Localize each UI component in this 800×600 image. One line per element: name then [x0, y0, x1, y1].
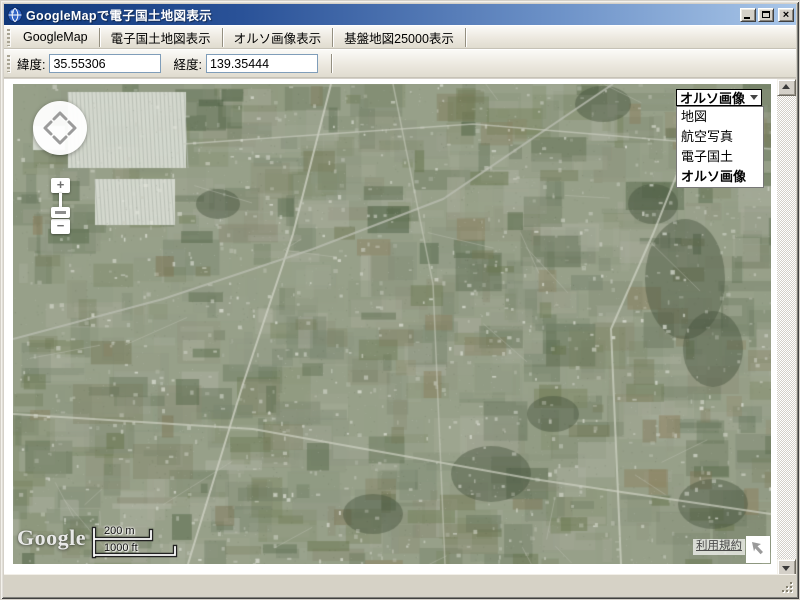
- pan-right-icon: [69, 122, 75, 134]
- vertical-scrollbar[interactable]: [777, 79, 796, 576]
- globe-app-icon: [7, 7, 23, 23]
- status-bar: [4, 574, 796, 596]
- map-type-option-map[interactable]: 地図: [677, 107, 763, 127]
- toolbar-button-ortho-image[interactable]: オルソ画像表示: [226, 26, 330, 49]
- toolbar-separator: [331, 54, 332, 73]
- zoom-control: + −: [51, 178, 70, 234]
- zoom-slider-track[interactable]: [59, 193, 62, 207]
- toolbar-separator: [332, 28, 333, 47]
- toolbar-separator: [222, 28, 223, 47]
- toolbar-button-googlemap[interactable]: GoogleMap: [15, 28, 96, 46]
- latitude-input[interactable]: [49, 54, 161, 73]
- latitude-label: 緯度:: [17, 54, 45, 73]
- map-type-dropdown: オルソ画像 地図 航空写真 電子国土 オルソ画像: [676, 89, 764, 188]
- northwest-arrow-button[interactable]: [746, 536, 770, 563]
- toolbar-separator: [465, 28, 466, 47]
- map-viewport[interactable]: + − オルソ画像 地図 航空写真 電子国土 オルソ画像 Googl: [13, 84, 771, 564]
- terms-link[interactable]: 利用規約: [693, 539, 745, 555]
- google-logo[interactable]: Google: [17, 525, 86, 551]
- window-title: GoogleMapで電子国土地図表示: [26, 5, 738, 24]
- maximize-icon: [762, 11, 770, 18]
- resize-grip[interactable]: [781, 581, 794, 594]
- map-type-option-denshi-kokudo[interactable]: 電子国土: [677, 147, 763, 167]
- zoom-slider-handle[interactable]: [51, 207, 70, 218]
- pan-down-icon: [54, 137, 66, 143]
- pan-control[interactable]: [33, 101, 87, 155]
- scroll-up-button[interactable]: [777, 79, 796, 96]
- title-bar[interactable]: GoogleMapで電子国土地図表示 ×: [4, 4, 796, 25]
- map-type-selected-label: オルソ画像: [680, 88, 745, 107]
- chevron-down-icon: [750, 95, 758, 104]
- pan-left-icon: [45, 122, 51, 134]
- scrollbar-track[interactable]: [777, 96, 796, 559]
- zoom-in-button[interactable]: +: [51, 178, 70, 193]
- map-type-option-ortho-image[interactable]: オルソ画像: [677, 167, 763, 187]
- map-type-options: 地図 航空写真 電子国土 オルソ画像: [676, 106, 764, 188]
- toolbar-grip[interactable]: [7, 29, 10, 46]
- scale-imperial-label: 1000 ft: [104, 542, 138, 554]
- map-type-option-aerial-photo[interactable]: 航空写真: [677, 127, 763, 147]
- main-toolbar: GoogleMap 電子国土地図表示 オルソ画像表示 基盤地図25000表示: [4, 25, 796, 49]
- triangle-up-icon: [782, 84, 790, 89]
- zoom-out-button[interactable]: −: [51, 219, 70, 234]
- window-controls: ×: [738, 8, 794, 22]
- pan-up-icon: [54, 113, 66, 119]
- longitude-label: 経度:: [173, 54, 201, 73]
- close-button[interactable]: ×: [778, 8, 794, 22]
- coordinates-toolbar: 緯度: 経度:: [4, 49, 796, 78]
- scale-bar: 200 m 1000 ft: [89, 525, 181, 561]
- app-window: GoogleMapで電子国土地図表示 × GoogleMap 電子国土地図表示 …: [0, 0, 800, 600]
- minimize-icon: [744, 17, 750, 19]
- minimize-button[interactable]: [740, 8, 756, 22]
- close-icon: ×: [779, 9, 793, 21]
- map-client-area: + − オルソ画像 地図 航空写真 電子国土 オルソ画像 Googl: [4, 79, 796, 596]
- maximize-button[interactable]: [758, 8, 774, 22]
- longitude-input[interactable]: [206, 54, 318, 73]
- scale-metric-label: 200 m: [104, 525, 135, 537]
- northwest-arrow-icon: [746, 536, 770, 563]
- toolbar-grip[interactable]: [7, 55, 10, 72]
- triangle-down-icon: [782, 566, 790, 571]
- map-type-selected-button[interactable]: オルソ画像: [676, 89, 762, 106]
- toolbar-button-kiban-chizu-25000[interactable]: 基盤地図25000表示: [336, 26, 462, 49]
- aerial-imagery[interactable]: [13, 84, 771, 564]
- toolbar-separator: [99, 28, 100, 47]
- toolbar-button-denshi-kokudo[interactable]: 電子国土地図表示: [103, 26, 219, 49]
